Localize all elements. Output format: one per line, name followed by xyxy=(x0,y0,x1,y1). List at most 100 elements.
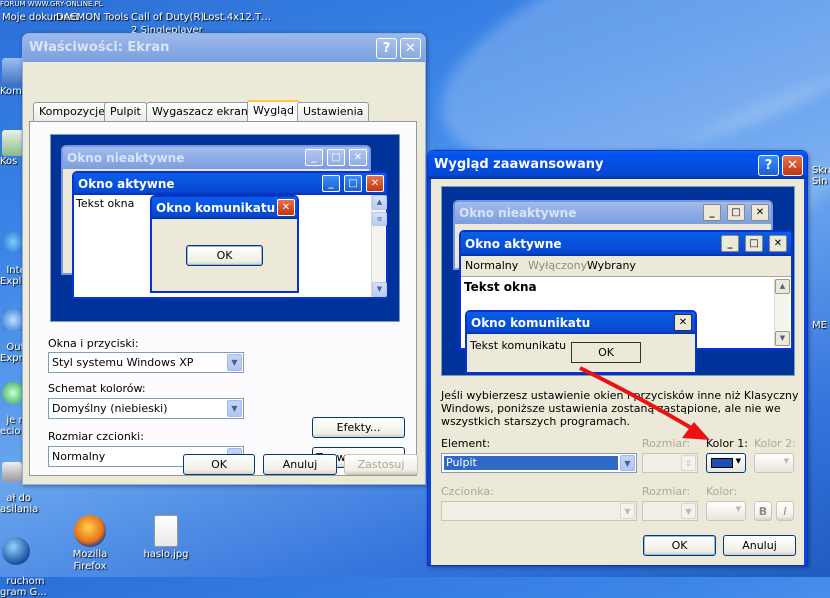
appearance-preview: Okno nieaktywne _ □ ✕ Okno aktywne _ □ ✕… xyxy=(50,134,400,322)
desktop-icon-daemon-tools[interactable]: DAEMON Tools xyxy=(56,12,128,23)
color2-label: Kolor 2: xyxy=(754,437,796,450)
window-frame xyxy=(804,179,807,565)
cancel-button[interactable]: Anuluj xyxy=(263,454,337,475)
advanced-appearance-titlebar[interactable]: Wygląd zaawansowany ? ✕ xyxy=(428,151,807,179)
google-earth-icon xyxy=(2,537,30,565)
bold-button[interactable]: B xyxy=(754,501,772,521)
preview-message-title-text: Okno komunikatu xyxy=(156,201,276,215)
help-button[interactable]: ? xyxy=(758,155,779,176)
color1-swatch xyxy=(711,458,733,468)
minimize-icon: _ xyxy=(322,175,340,192)
color1-button[interactable]: ▼ xyxy=(706,453,746,473)
minimize-icon: _ xyxy=(703,204,721,221)
adv-preview-message-title: Okno komunikatu ✕ xyxy=(467,312,695,334)
windows-buttons-select[interactable]: Styl systemu Windows XP ▼ xyxy=(48,352,244,373)
display-properties-titlebar[interactable]: Właściwości: Ekran ? ✕ xyxy=(23,34,425,62)
display-properties-window: Właściwości: Ekran ? ✕ Kompozycje Pulpit… xyxy=(22,33,426,485)
minimize-icon: _ xyxy=(305,149,323,166)
element-label: Element: xyxy=(441,437,491,450)
adv-preview-inactive-title-text: Okno nieaktywne xyxy=(459,206,577,220)
network-icon xyxy=(2,382,24,404)
close-button[interactable]: ✕ xyxy=(782,155,803,176)
color-scheme-select[interactable]: Domyślny (niebieski) ▼ xyxy=(48,398,244,419)
desktop-icon-computer[interactable]: Kom xyxy=(0,58,24,97)
color-scheme-label: Schemat kolorów: xyxy=(48,382,146,395)
close-icon: ✕ xyxy=(769,235,787,252)
minimize-icon: _ xyxy=(721,235,739,252)
preview-scrollbar: ▲ ≡ ▼ xyxy=(371,195,387,297)
preview-inactive-title-text: Okno nieaktywne xyxy=(67,151,185,165)
chevron-down-icon: ▼ xyxy=(735,505,741,513)
adv-preview-inactive-title: Okno nieaktywne _ □ ✕ xyxy=(455,202,771,224)
font-size-label: Rozmiar czcionki: xyxy=(48,430,144,443)
annotation-arrow xyxy=(579,366,710,440)
desktop-icon-call-of-duty[interactable]: Call of Duty(R) xyxy=(131,12,204,23)
maximize-icon: □ xyxy=(327,149,345,166)
preview-inactive-title: Okno nieaktywne _ □ ✕ xyxy=(63,147,369,169)
preview-message-window: Okno komunikatu ✕ OK xyxy=(150,195,299,293)
adv-preview-active-title-text: Okno aktywne xyxy=(465,237,562,251)
chevron-down-icon: ▼ xyxy=(783,457,789,465)
adv-preview-scrollbar: ▲ ▼ xyxy=(774,279,790,346)
desktop-icon-label: Mozilla Firefox xyxy=(72,549,108,572)
help-button[interactable]: ? xyxy=(376,38,397,59)
element-selected-value: Pulpit xyxy=(444,456,618,470)
preview-ok-button: OK xyxy=(186,245,263,266)
desktop-icon-me-right[interactable]: ME xyxy=(812,320,827,331)
maximize-icon: □ xyxy=(745,235,763,252)
chevron-down-icon: ▼ xyxy=(620,455,635,471)
power-icon xyxy=(2,462,22,482)
computer-icon xyxy=(2,58,24,86)
desktop-icon-lost[interactable]: Lost.4x12.T… xyxy=(203,12,271,23)
ok-button[interactable]: OK xyxy=(183,454,255,475)
windows-buttons-label: Okna i przyciski: xyxy=(48,337,139,350)
advanced-appearance-window: Wygląd zaawansowany ? ✕ Okno nieaktywne … xyxy=(427,150,808,566)
desktop-icon-label: ał do asilania xyxy=(0,493,39,515)
tab-wyglad[interactable]: Wygląd xyxy=(247,100,300,122)
adv-preview-active-title: Okno aktywne _ □ ✕ xyxy=(461,232,791,256)
desktop-icon-google-earth[interactable]: ruchom gram G... xyxy=(0,515,47,598)
effects-button[interactable]: Efekty... xyxy=(312,417,405,438)
menu-item-normal: Normalny xyxy=(465,259,519,272)
desktop-icon-firefox[interactable]: Mozilla Firefox xyxy=(60,515,120,573)
desktop-icon-haslo[interactable]: haslo.jpg xyxy=(136,515,196,561)
close-icon: ✕ xyxy=(277,199,295,216)
tab-ustawienia[interactable]: Ustawienia xyxy=(297,102,370,121)
font-size-label: Rozmiar: xyxy=(642,485,691,498)
desktop-icon-label: ruchom gram G... xyxy=(0,576,47,598)
maximize-icon: □ xyxy=(344,175,362,192)
adv-preview-window-text: Tekst okna xyxy=(464,280,537,294)
chevron-down-icon: ▼ xyxy=(681,503,696,519)
color2-button[interactable]: ▼ xyxy=(754,453,794,473)
close-button[interactable]: ✕ xyxy=(400,38,421,59)
desktop-forum-label: FORUM WWW.GRY-ONLINE.PL xyxy=(0,0,103,8)
font-size-value: Normalny xyxy=(52,450,106,463)
font-color-button[interactable]: ▼ xyxy=(706,501,746,521)
scroll-down-icon: ▼ xyxy=(775,331,790,346)
menu-item-selected: Wybrany xyxy=(587,259,636,272)
ok-button[interactable]: OK xyxy=(643,535,716,556)
tab-wygaszacz[interactable]: Wygaszacz ekranu xyxy=(146,102,261,121)
scroll-up-icon: ▲ xyxy=(775,279,790,294)
desktop-icon-recycle-bin[interactable]: Kos xyxy=(0,130,24,167)
size-spinner[interactable]: ⇕ xyxy=(642,453,698,473)
desktop-icon-label: Kos xyxy=(0,156,18,167)
adv-preview-message-title-text: Okno komunikatu xyxy=(471,316,591,330)
window-title: Właściwości: Ekran xyxy=(29,40,170,55)
tab-pulpit[interactable]: Pulpit xyxy=(104,102,147,121)
adv-preview-menubar: Normalny Wyłączony Wybrany xyxy=(461,256,791,276)
desktop-icon-label: Kom xyxy=(0,86,22,97)
firefox-icon xyxy=(74,515,106,547)
cancel-button[interactable]: Anuluj xyxy=(723,535,796,556)
desktop-icon-shortcut-right[interactable]: Skró Sin xyxy=(812,165,830,187)
chevron-down-icon: ▼ xyxy=(620,503,635,519)
scroll-thumb: ≡ xyxy=(372,212,387,226)
italic-button[interactable]: I xyxy=(776,501,794,521)
font-select[interactable]: ▼ xyxy=(441,501,637,521)
color-scheme-value: Domyślny (niebieski) xyxy=(52,402,168,415)
chevron-down-icon: ▼ xyxy=(227,400,242,417)
font-size-select[interactable]: ▼ xyxy=(642,501,698,521)
tab-kompozycje[interactable]: Kompozycje xyxy=(33,102,111,121)
element-select[interactable]: Pulpit ▼ xyxy=(441,453,637,473)
apply-button[interactable]: Zastosuj xyxy=(344,454,418,475)
